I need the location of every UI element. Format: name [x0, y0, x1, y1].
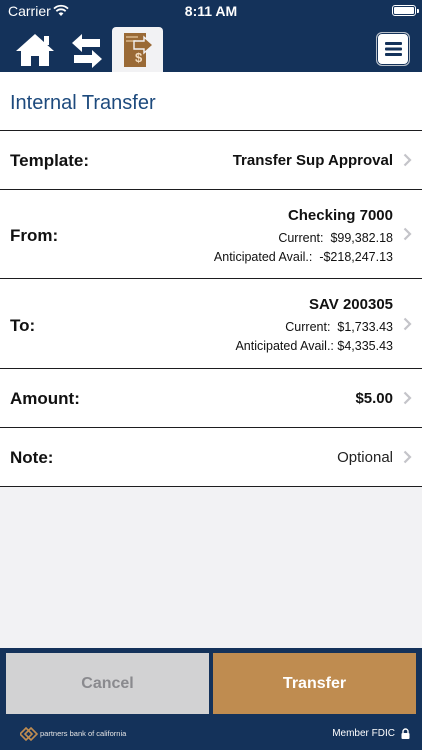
battery-icon [392, 5, 419, 16]
from-current-value: $99,382.18 [330, 231, 393, 245]
from-current-label: Current: [278, 231, 324, 245]
note-field[interactable]: Optional [337, 449, 393, 466]
to-current-value: $1,733.43 [337, 320, 393, 334]
to-account: SAV 200305 [309, 296, 393, 313]
bank-name: partners bank of california [40, 729, 127, 738]
from-anticipated-label: Anticipated Avail.: [213, 250, 313, 264]
svg-text:$: $ [135, 50, 143, 65]
action-bar: Cancel Transfer [0, 648, 422, 718]
status-time: 8:11 AM [184, 3, 238, 19]
note-label: Note: [10, 448, 54, 467]
amount-label: Amount: [10, 389, 80, 408]
amount-row[interactable]: Amount: $5.00 [0, 369, 422, 428]
chevron-right-icon [403, 450, 412, 464]
chevron-right-icon [403, 391, 412, 405]
from-anticipated-line: Anticipated Avail.: -$218,247.13 [214, 250, 393, 264]
status-bar: Carrier 8:11 AM [0, 0, 422, 22]
amount-value: $5.00 [355, 390, 393, 407]
tab-transfer[interactable]: $ [112, 27, 163, 72]
menu-icon [385, 42, 402, 56]
transfer-arrows-icon[interactable] [68, 32, 106, 70]
chevron-right-icon [403, 227, 412, 241]
home-icon[interactable] [14, 32, 56, 68]
to-label: To: [10, 316, 36, 335]
transfer-document-icon: $ [124, 33, 154, 67]
to-anticipated-value: $4,335.43 [337, 339, 393, 353]
chevron-right-icon [403, 153, 412, 167]
bank-logo-icon [20, 727, 38, 741]
to-current-line: Current: $1,733.43 [285, 320, 393, 334]
from-current-line: Current: $99,382.18 [278, 231, 393, 245]
title-bar: Internal Transfer [0, 72, 422, 131]
note-row[interactable]: Note: Optional [0, 428, 422, 487]
lock-icon [401, 728, 410, 739]
from-account: Checking 7000 [287, 207, 393, 224]
to-anticipated-label: Anticipated Avail.: [235, 339, 334, 353]
menu-button[interactable] [376, 32, 410, 66]
page-title: Internal Transfer [10, 92, 156, 114]
cancel-button[interactable]: Cancel [6, 653, 209, 714]
member-fdic-label: Member FDIC [332, 728, 395, 739]
template-value: Transfer Sup Approval [232, 152, 393, 169]
footer: partners bank of california Member FDIC [0, 718, 422, 750]
from-label: From: [10, 226, 59, 245]
top-nav-bar: Carrier 8:11 AM $ [0, 0, 422, 72]
to-row[interactable]: To: SAV 200305 Current: $1,733.43 Antici… [0, 279, 422, 369]
to-current-label: Current: [285, 320, 331, 334]
template-label: Template: [10, 151, 90, 170]
template-row[interactable]: Template: Transfer Sup Approval [0, 131, 422, 190]
from-row[interactable]: From: Checking 7000 Current: $99,382.18 … [0, 190, 422, 279]
transfer-button[interactable]: Transfer [213, 653, 416, 714]
chevron-right-icon [403, 317, 412, 331]
from-anticipated-value: -$218,247.13 [319, 250, 393, 264]
to-anticipated-line: Anticipated Avail.: $4,335.43 [235, 339, 393, 353]
